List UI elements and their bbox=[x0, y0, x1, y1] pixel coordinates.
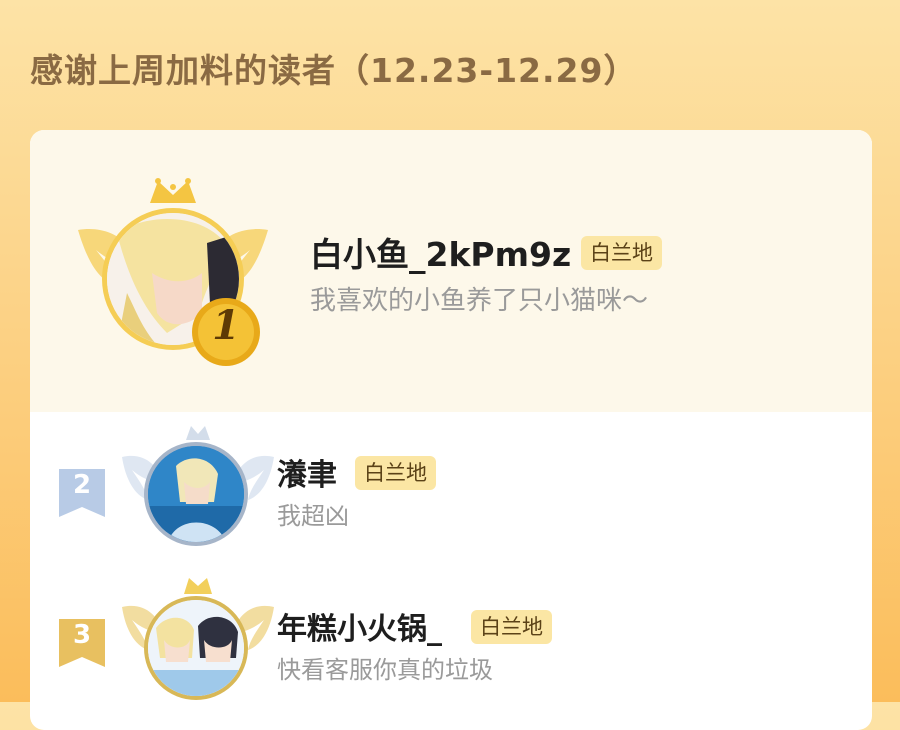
reader-name[interactable]: 年糕小火锅_ bbox=[277, 604, 442, 648]
reader-row-3[interactable]: 3 年糕小火锅_ 白兰地 快看客服你真的垃圾 bbox=[30, 562, 872, 730]
reader-avatar[interactable] bbox=[144, 442, 248, 546]
reader-name[interactable]: 白小鱼_2kPm9z bbox=[310, 228, 571, 276]
reader-message: 我喜欢的小鱼养了只小猫咪～ bbox=[310, 286, 649, 316]
reader-ranking-card: 1 白小鱼_2kPm9z 白兰地 我喜欢的小鱼养了只小猫咪～ 2 瀁聿 白兰地 … bbox=[30, 130, 872, 730]
gift-badge: 白兰地 bbox=[581, 236, 662, 270]
gift-badge: 白兰地 bbox=[471, 610, 552, 644]
page-title: 感谢上周加料的读者（12.23-12.29） bbox=[30, 51, 638, 90]
rank-number: 3 bbox=[72, 620, 92, 650]
gift-badge: 白兰地 bbox=[355, 456, 436, 490]
reader-message: 我超凶 bbox=[277, 502, 349, 530]
reader-row-2[interactable]: 2 瀁聿 白兰地 我超凶 bbox=[30, 412, 872, 562]
rank-number: 1 bbox=[212, 302, 240, 349]
reader-name[interactable]: 瀁聿 bbox=[277, 450, 337, 494]
reader-avatar[interactable] bbox=[144, 596, 248, 700]
reader-message: 快看客服你真的垃圾 bbox=[277, 656, 493, 684]
reader-row-1[interactable]: 1 白小鱼_2kPm9z 白兰地 我喜欢的小鱼养了只小猫咪～ bbox=[30, 130, 872, 412]
rank-number: 2 bbox=[72, 470, 92, 500]
